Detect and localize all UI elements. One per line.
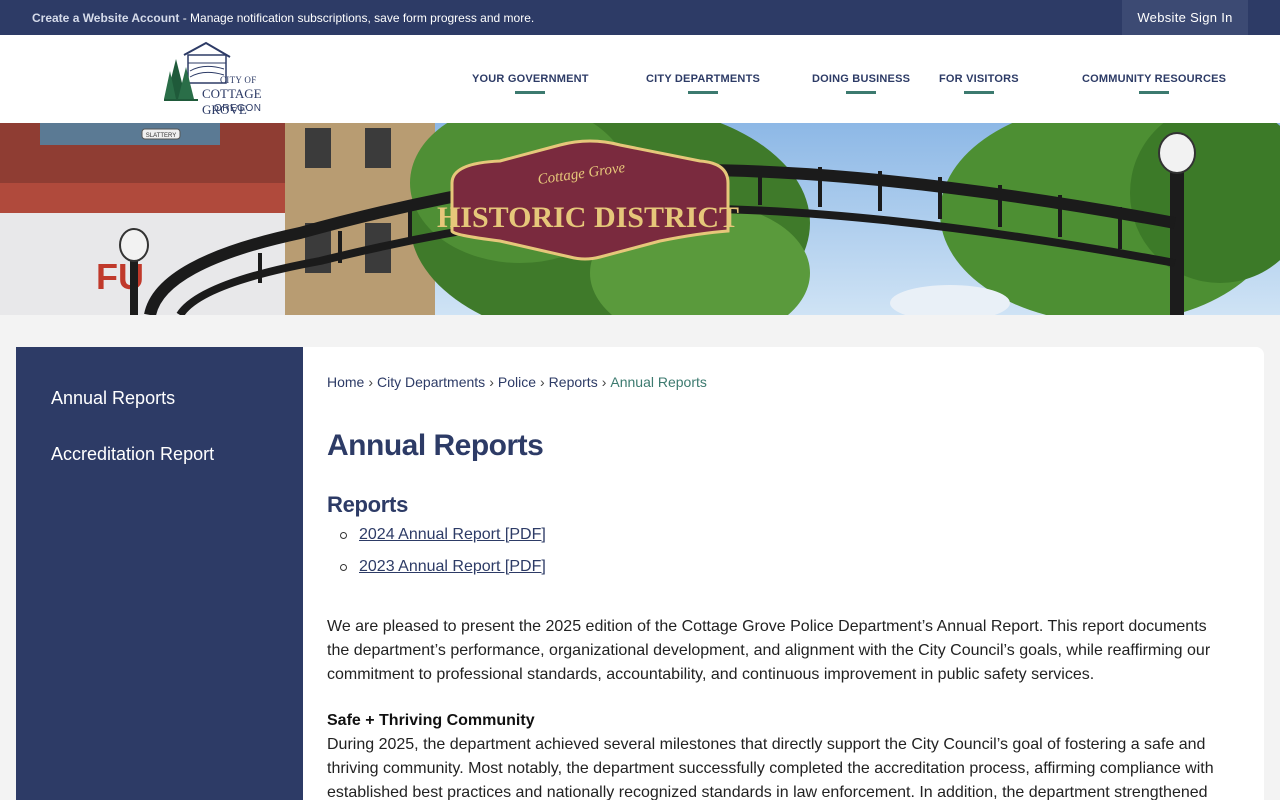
nav-label: DOING BUSINESS (812, 73, 911, 85)
breadcrumb-separator: › (489, 374, 494, 390)
report-link-2023[interactable]: 2023 Annual Report [PDF] (359, 558, 546, 576)
nav-community-resources[interactable]: COMMUNITY RESOURCES (1082, 73, 1226, 94)
site-header: CITY OF COTTAGE GROVE OREGON YOUR GOVERN… (0, 35, 1280, 123)
nav-doing-business[interactable]: DOING BUSINESS (812, 73, 910, 94)
main-content: Home › City Departments › Police › Reports › Ann… (303, 347, 1264, 800)
create-account-link[interactable]: Create a Website Account (32, 11, 179, 25)
nav-your-government[interactable]: YOUR GOVERNMENT (472, 73, 589, 94)
intro-paragraph: We are pleased to present the 2025 editi… (327, 618, 1211, 683)
subheading-safe-thriving: Safe + Thriving Community (327, 712, 535, 729)
city-logo[interactable]: CITY OF COTTAGE GROVE OREGON (164, 41, 276, 117)
nav-underline (515, 91, 546, 94)
nav-underline (846, 91, 877, 94)
breadcrumb-separator: › (368, 374, 374, 390)
nav-label: FOR VISITORS (939, 73, 1019, 85)
body-paragraph: During 2025, the department achieved sev… (327, 736, 1214, 800)
nav-underline (688, 91, 719, 94)
nav-underline (1139, 91, 1170, 94)
nav-for-visitors[interactable]: FOR VISITORS (939, 73, 1019, 94)
sidebar-item-accreditation-report[interactable]: Accreditation Report (51, 444, 214, 465)
list-bullet (340, 532, 347, 539)
page-title: Annual Reports (327, 429, 544, 462)
historic-district-arch-image: FU Cottage Grove HISTORIC DISTRICT SLATT… (0, 123, 1280, 315)
section-sidebar: Annual Reports Accreditation Report (16, 347, 303, 800)
nav-city-departments[interactable]: CITY DEPARTMENTS (646, 73, 760, 94)
logo-line-city-of: CITY OF (220, 75, 257, 85)
street-sign-text: SLATTERY (146, 133, 176, 139)
breadcrumb-separator: › (601, 374, 607, 390)
account-message-text: - Manage notification subscriptions, sav… (179, 11, 535, 25)
top-utility-bar: Create a Website Account - Manage notifi… (0, 0, 1280, 35)
nav-label: CITY DEPARTMENTS (646, 73, 761, 85)
breadcrumb-current: Annual Reports (610, 374, 707, 390)
breadcrumb-city-departments[interactable]: City Departments (377, 374, 485, 390)
section-title-reports: Reports (327, 492, 409, 517)
breadcrumb-home[interactable]: Home (327, 374, 364, 390)
breadcrumb: Home › City Departments › Police › Reports › Ann… (327, 374, 707, 390)
hero-banner-image: FU Cottage Grove HISTORIC DISTRICT SLATT… (0, 123, 1280, 315)
sidebar-item-annual-reports[interactable]: Annual Reports (51, 388, 175, 409)
sign-in-button[interactable]: Website Sign In (1122, 0, 1248, 35)
breadcrumb-reports[interactable]: Reports (549, 374, 598, 390)
breadcrumb-police[interactable]: Police (498, 374, 536, 390)
logo-line-state: OREGON (214, 103, 262, 114)
sign-main-text: HISTORIC DISTRICT (437, 201, 739, 234)
nav-underline (963, 91, 994, 94)
account-message: Create a Website Account - Manage notifi… (32, 11, 534, 25)
list-bullet (340, 564, 347, 571)
report-link-2024[interactable]: 2024 Annual Report [PDF] (359, 526, 546, 544)
nav-label: COMMUNITY RESOURCES (1082, 73, 1227, 85)
breadcrumb-separator: › (540, 374, 545, 390)
nav-label: YOUR GOVERNMENT (472, 73, 589, 85)
